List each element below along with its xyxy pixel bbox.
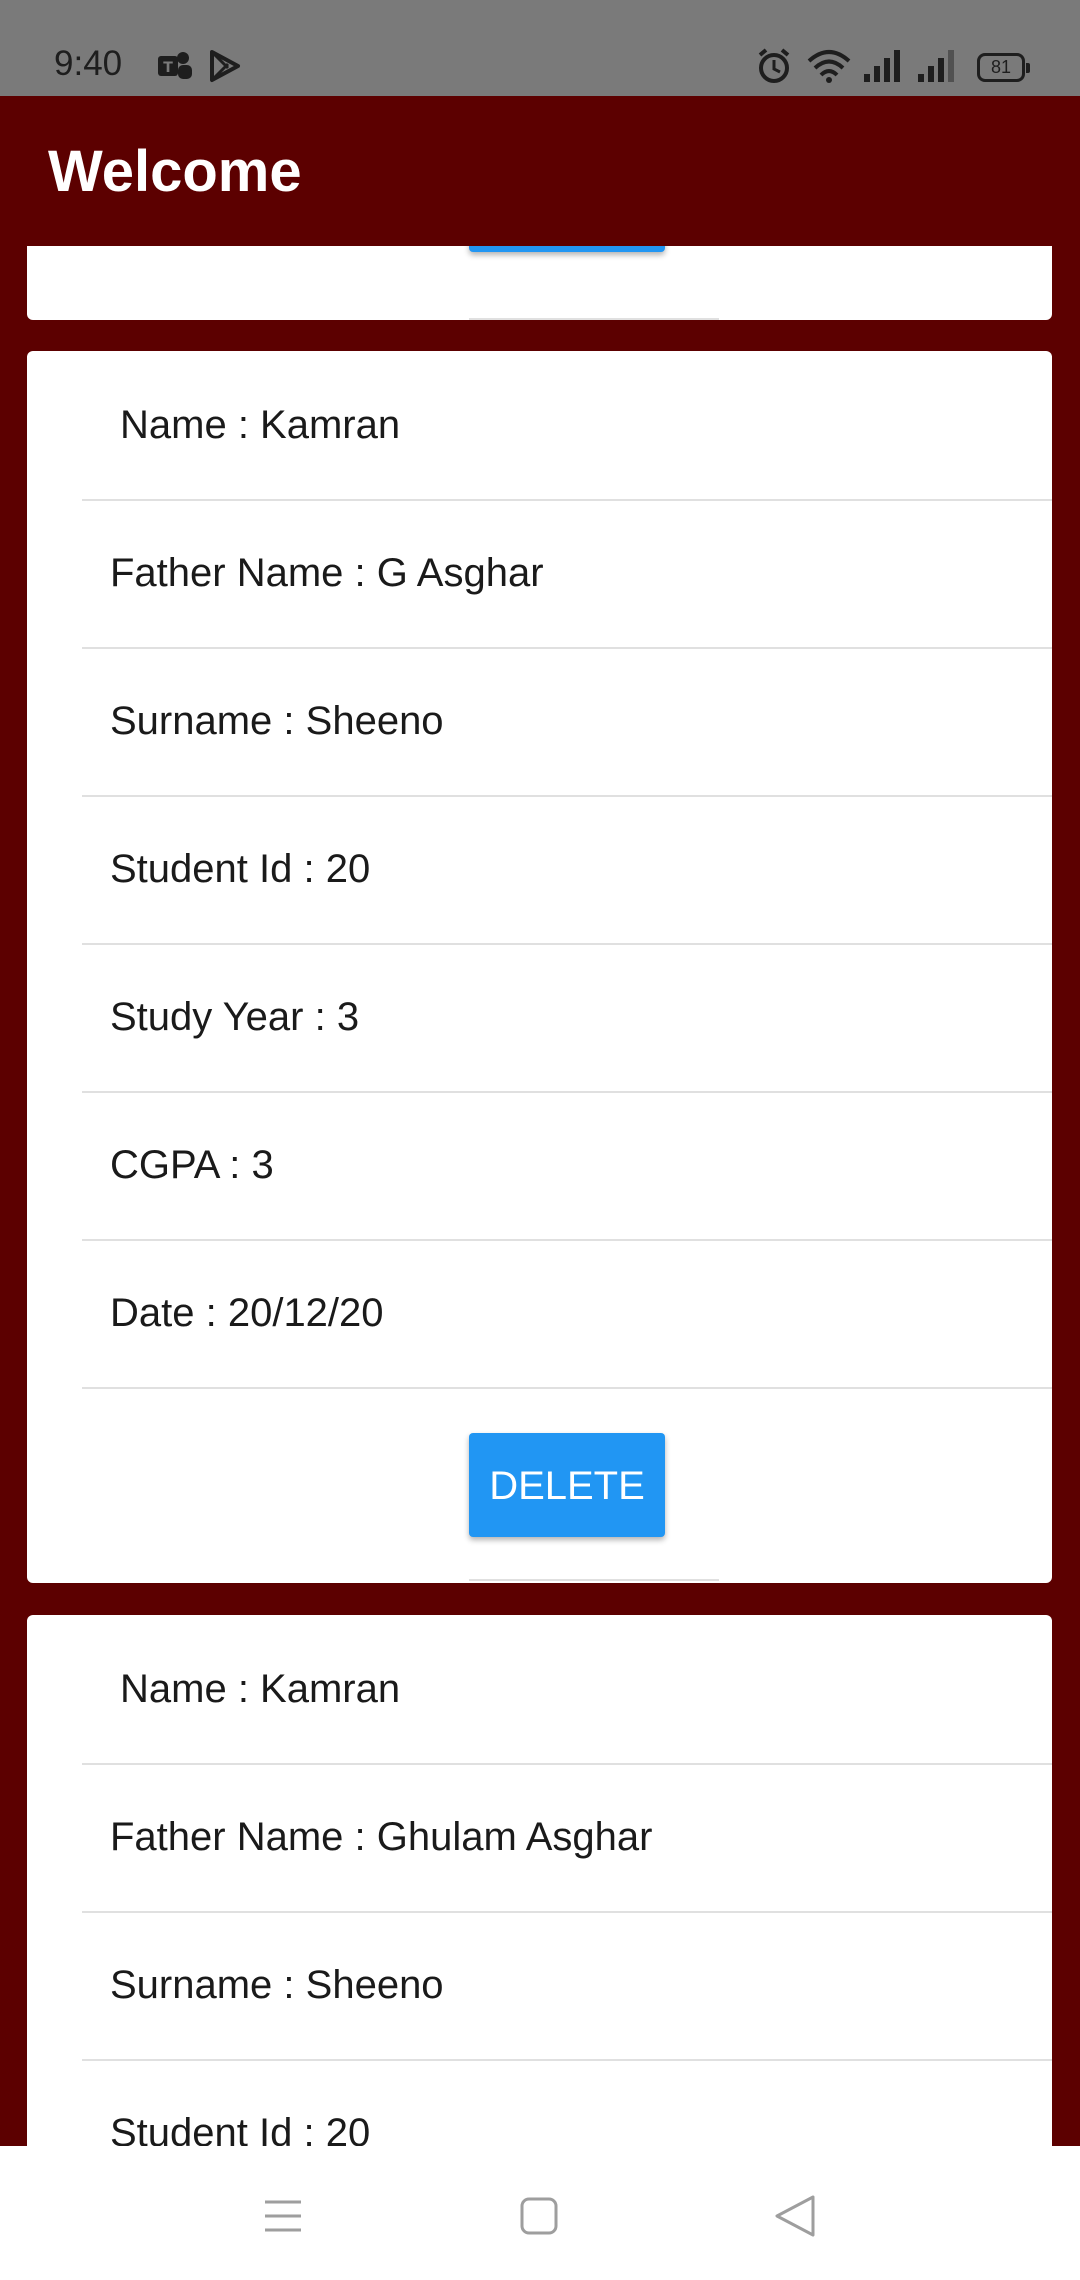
page-title: Welcome [48,139,302,204]
student-card: Name : Kamran Father Name : Ghulam Asgha… [27,1615,1052,2146]
surname-row: Surname : Sheeno [82,1911,1052,2061]
date-row: Date : 20/12/20 [82,1239,1052,1389]
divider [469,318,719,320]
father-name-text: Father Name : Ghulam Asghar [110,1815,653,1859]
play-store-icon [210,50,240,82]
delete-button[interactable] [469,246,665,252]
signal-icon [864,50,900,82]
student-card: Name : Kamran Father Name : G Asghar Sur… [27,351,1052,1583]
date-text: Date : 20/12/20 [110,1291,384,1335]
surname-text: Surname : Sheeno [110,699,444,743]
surname-row: Surname : Sheeno [82,647,1052,797]
student-id-text: Student Id : 20 [110,847,371,891]
divider [469,1579,719,1581]
name-text: Name : Kamran [120,403,401,447]
name-row: Name : Kamran [82,351,1052,501]
surname-text: Surname : Sheeno [110,1963,444,2007]
cgpa-row: CGPA : 3 [82,1091,1052,1241]
back-icon[interactable] [755,2186,835,2246]
home-icon[interactable] [500,2186,580,2246]
student-list[interactable]: Name : Kamran Father Name : G Asghar Sur… [0,246,1080,2146]
signal-icon [918,50,954,82]
cgpa-text: CGPA : 3 [110,1143,274,1187]
delete-button[interactable]: DELETE [469,1433,665,1537]
student-id-text: Student Id : 20 [110,2111,371,2146]
teams-icon: T [158,52,192,79]
student-card [27,246,1052,320]
student-id-row: Student Id : 20 [82,2059,1052,2146]
study-year-row: Study Year : 3 [82,943,1052,1093]
father-name-text: Father Name : G Asghar [110,551,544,595]
navigation-bar [0,2146,1080,2280]
name-text: Name : Kamran [120,1667,401,1711]
student-id-row: Student Id : 20 [82,795,1052,945]
status-bar: 9:40 T 81 [0,0,1080,96]
menu-icon[interactable] [243,2186,323,2246]
father-name-row: Father Name : Ghulam Asghar [82,1763,1052,1913]
study-year-text: Study Year : 3 [110,995,360,1039]
wifi-icon [807,50,851,83]
name-row: Name : Kamran [82,1615,1052,1765]
alarm-icon [758,48,790,83]
battery-icon: 81 [977,53,1030,82]
status-time: 9:40 [54,44,123,83]
app-bar: Welcome [0,96,1080,246]
father-name-row: Father Name : G Asghar [82,499,1052,649]
svg-text:T: T [163,60,173,76]
